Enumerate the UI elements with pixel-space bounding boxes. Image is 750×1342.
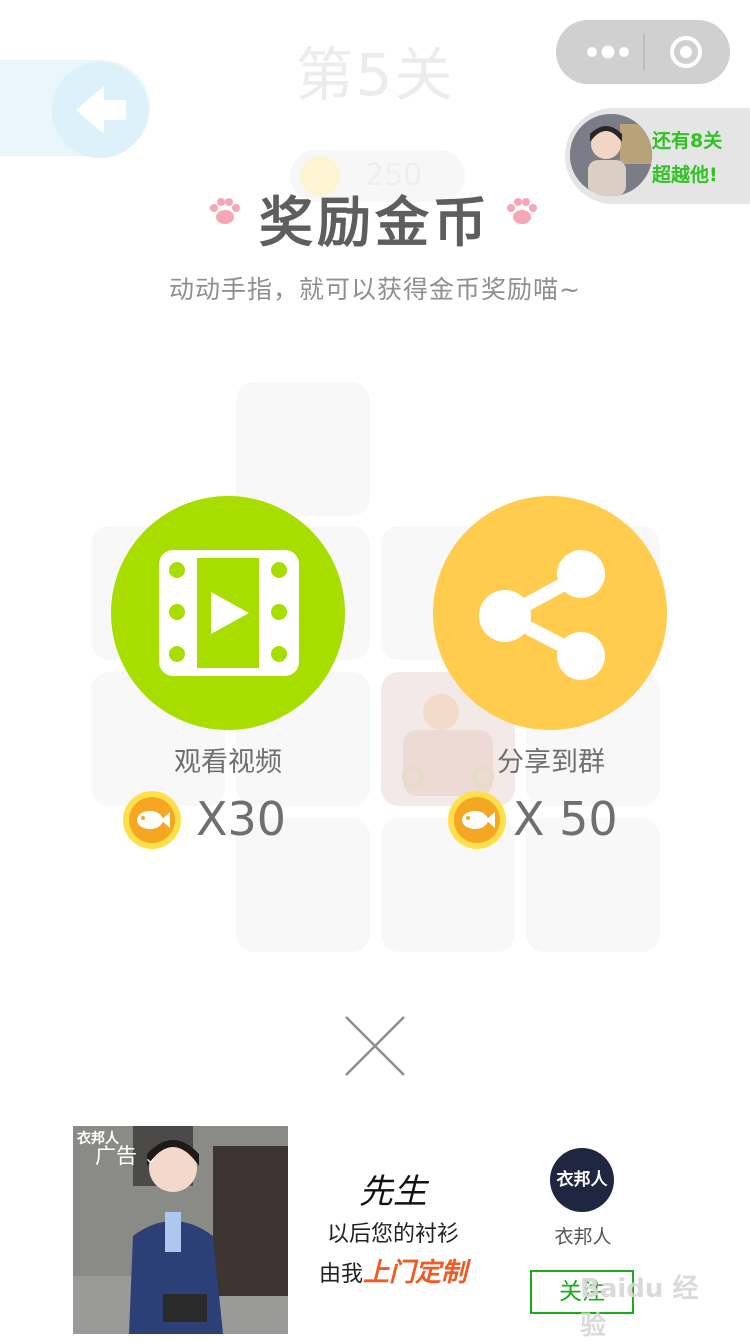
ad-headline: 先生 (359, 1172, 427, 1212)
watch-video-button[interactable] (111, 496, 345, 730)
video-film-icon (159, 550, 299, 676)
arrow-left-icon (76, 86, 126, 134)
chevron-down-icon: ⌄ (143, 1148, 158, 1167)
ad-image[interactable]: 衣邦人 广告 ⌄ (73, 1126, 288, 1334)
back-button[interactable] (52, 62, 148, 158)
ad-brand-logo[interactable]: 衣邦人 (550, 1148, 614, 1212)
fish-coin-icon (123, 791, 181, 849)
target-close-icon[interactable] (670, 36, 702, 68)
ad-tag[interactable]: 广告 ⌄ (95, 1140, 157, 1170)
ad-line2-highlight: 上门定制 (363, 1258, 468, 1288)
share-to-group-label: 分享到群 (497, 747, 605, 778)
friend-levels-remaining: 还有8关 (652, 130, 723, 152)
close-icon[interactable] (342, 1013, 408, 1079)
ad-tag-label: 广告 (95, 1144, 137, 1168)
share-icon (479, 550, 605, 680)
watermark: Baidu 经验 (580, 1274, 699, 1341)
mini-program-capsule (556, 20, 730, 84)
ad-line2-prefix: 由我 (318, 1262, 363, 1287)
reward-title: 奖励金币 (259, 191, 491, 254)
fish-coin-icon (448, 791, 506, 849)
ad-brand-name: 衣邦人 (554, 1226, 612, 1248)
ad-line1: 以后您的衬衫 (326, 1222, 459, 1247)
share-to-group-button[interactable] (433, 496, 667, 730)
ad-line2: 由我上门定制 (288, 1252, 498, 1289)
video-reward-amount: X30 (196, 792, 287, 846)
capsule-divider (643, 34, 645, 70)
paw-icon (507, 198, 537, 224)
watch-video-label: 观看视频 (174, 747, 282, 778)
more-dots-icon[interactable] (582, 42, 642, 62)
share-reward-amount: X 50 (513, 792, 618, 846)
reward-subtitle: 动动手指，就可以获得金币奖励喵~ (169, 275, 581, 304)
